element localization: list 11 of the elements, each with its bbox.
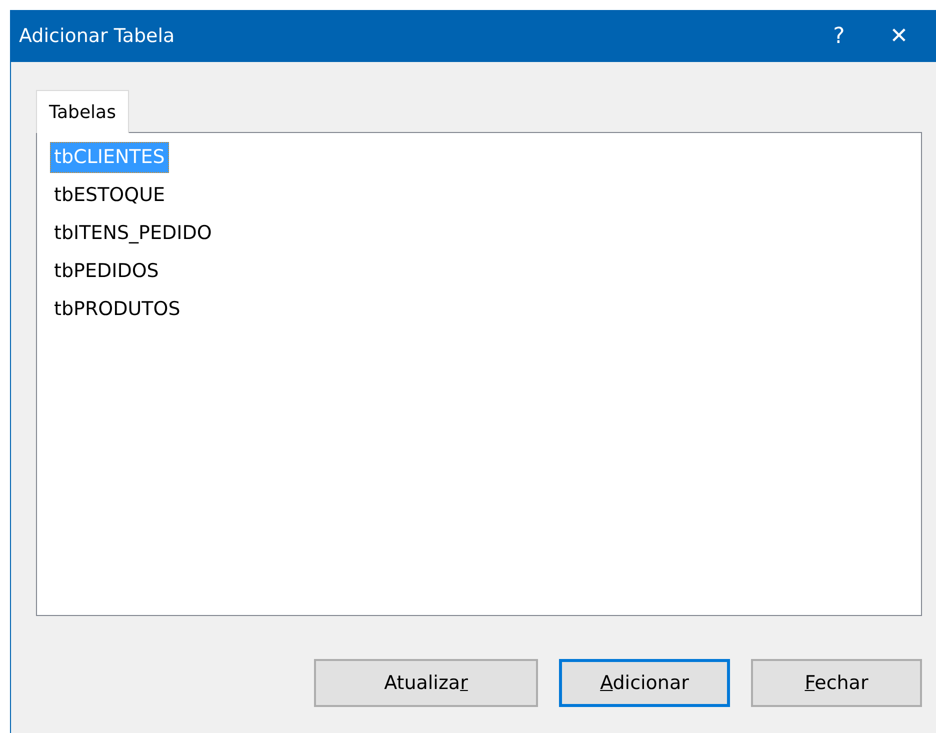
list-item[interactable]: tbPRODUTOS	[50, 294, 184, 325]
list-item[interactable]: tbESTOQUE	[50, 180, 170, 211]
window-title: Adicionar Tabela	[19, 25, 176, 47]
tab[interactable]: Tabelas	[36, 90, 129, 133]
dialog-button[interactable]: Atualizar	[314, 659, 538, 707]
list-item[interactable]: tbITENS_PEDIDO	[50, 218, 216, 249]
close-button[interactable]: ✕	[876, 22, 922, 50]
help-button[interactable]: ?	[816, 22, 862, 50]
dialog-button[interactable]: Fechar	[751, 659, 922, 707]
list-item[interactable]: tbPEDIDOS	[50, 256, 163, 287]
dialog-button[interactable]: Adicionar	[559, 659, 730, 707]
